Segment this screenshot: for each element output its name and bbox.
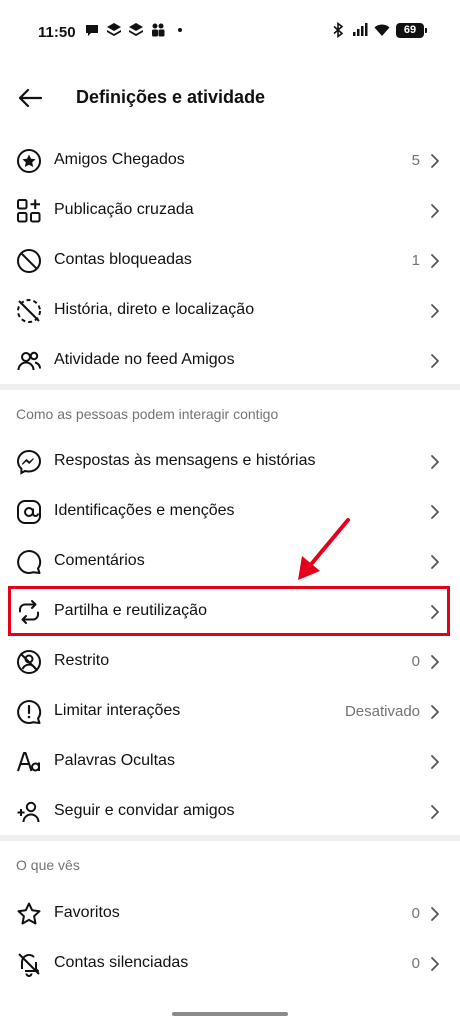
row-label: Seguir e convidar amigos [54, 802, 235, 819]
row-label: Palavras Ocultas [54, 752, 175, 769]
story-off-icon [16, 298, 42, 324]
annotation-arrow-icon [298, 518, 350, 580]
row-label: História, direto e localização [54, 301, 255, 318]
row-crossposting[interactable]: Publicação cruzada [0, 186, 460, 236]
grid-add-icon [16, 198, 42, 224]
row-label: Limitar interações [54, 702, 181, 719]
row-close-friends[interactable]: Amigos Chegados 5 [0, 136, 460, 186]
at-icon [16, 499, 42, 525]
battery-indicator: 69 [396, 22, 427, 38]
row-value: Desativado [344, 703, 420, 720]
row-message-replies[interactable]: Respostas às mensagens e histórias [0, 437, 460, 487]
text-aa-icon [16, 749, 42, 775]
system-icons: 69 [330, 22, 427, 38]
row-label: Amigos Chegados [54, 151, 185, 168]
back-arrow-icon [18, 88, 43, 108]
row-value: 1 [411, 252, 420, 269]
chevron-right-icon [428, 704, 442, 720]
messenger-icon [16, 449, 42, 475]
chevron-right-icon [428, 454, 442, 470]
row-label: Atividade no feed Amigos [54, 351, 235, 368]
row-blocked-accounts[interactable]: Contas bloqueadas 1 [0, 236, 460, 286]
row-value: 0 [411, 905, 420, 922]
status-bar: 11:50 69 [0, 0, 460, 60]
chevron-right-icon [428, 754, 442, 770]
more-notifications-dot [178, 28, 182, 32]
chevron-right-icon [428, 303, 442, 319]
bluetooth-icon [333, 22, 344, 38]
row-label: Contas bloqueadas [54, 251, 192, 268]
people-icon [152, 23, 165, 37]
row-story-location[interactable]: História, direto e localização [0, 286, 460, 336]
layers-icon [107, 23, 121, 36]
battery-level: 69 [403, 24, 417, 36]
chevron-right-icon [428, 504, 442, 520]
block-icon [16, 248, 42, 274]
row-follow-invite[interactable]: Seguir e convidar amigos [0, 787, 460, 837]
chevron-right-icon [428, 353, 442, 369]
friends-icon [16, 348, 42, 374]
row-muted-accounts[interactable]: Contas silenciadas 0 [0, 939, 460, 989]
section-divider [0, 384, 460, 390]
highlight-box [8, 586, 450, 636]
row-restricted[interactable]: Restrito 0 [0, 637, 460, 687]
chevron-right-icon [428, 804, 442, 820]
row-label: Restrito [54, 652, 110, 669]
row-value: 0 [411, 653, 420, 670]
chevron-right-icon [428, 956, 442, 972]
row-label: Identificações e menções [54, 502, 235, 519]
add-person-icon [16, 799, 42, 825]
row-hidden-words[interactable]: Palavras Ocultas [0, 737, 460, 787]
row-label: Publicação cruzada [54, 201, 194, 218]
settings-screen: 11:50 69 Definições e atividade Amigos C… [0, 0, 460, 1024]
status-time: 11:50 [38, 24, 76, 41]
chat-bubble-icon [86, 25, 98, 36]
row-tags-mentions[interactable]: Identificações e menções [0, 487, 460, 537]
signal-icon [353, 23, 368, 36]
chevron-right-icon [428, 203, 442, 219]
chevron-right-icon [428, 554, 442, 570]
back-button[interactable] [14, 82, 46, 114]
row-favorites[interactable]: Favoritos 0 [0, 889, 460, 939]
notification-icons [84, 22, 182, 38]
home-indicator[interactable] [172, 1012, 288, 1016]
page-title: Definições e atividade [76, 87, 266, 107]
star-icon [16, 901, 42, 927]
wifi-icon [374, 24, 390, 36]
row-friends-feed-activity[interactable]: Atividade no feed Amigos [0, 336, 460, 386]
chevron-right-icon [428, 906, 442, 922]
layers-icon [129, 23, 143, 36]
row-value: 0 [411, 955, 420, 972]
chevron-right-icon [428, 253, 442, 269]
chevron-right-icon [428, 654, 442, 670]
chevron-right-icon [428, 153, 442, 169]
section-header: Como as pessoas podem interagir contigo [16, 406, 279, 422]
comment-icon [16, 549, 42, 575]
restrict-icon [16, 649, 42, 675]
bell-off-icon [16, 951, 42, 977]
row-label: Respostas às mensagens e histórias [54, 452, 316, 469]
row-comments[interactable]: Comentários [0, 537, 460, 587]
section-divider [0, 835, 460, 841]
header: Definições e atividade [0, 76, 460, 120]
row-label: Favoritos [54, 904, 120, 921]
row-limit-interactions[interactable]: Limitar interações Desativado [0, 687, 460, 737]
limit-icon [16, 699, 42, 725]
row-value: 5 [411, 152, 420, 169]
section-header: O que vês [16, 857, 80, 873]
row-label: Comentários [54, 552, 145, 569]
star-circle-icon [16, 148, 42, 174]
row-label: Contas silenciadas [54, 954, 189, 971]
